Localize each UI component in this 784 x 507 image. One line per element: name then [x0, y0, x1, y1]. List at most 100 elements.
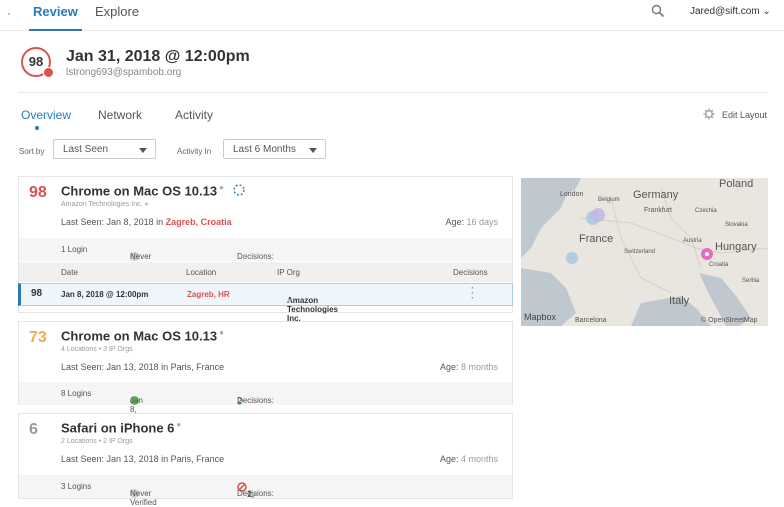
location-map[interactable]: London Belgium Germany Poland Frankfurt … — [521, 178, 768, 326]
user-email: lstrong693@spambob.org — [66, 67, 182, 78]
column-ip-org: IP Org — [277, 268, 300, 277]
tab-overview[interactable]: Overview — [21, 108, 71, 130]
device-age: Age: 8 months — [440, 362, 498, 372]
info-icon[interactable]: ● — [176, 420, 181, 429]
sort-by-value: Last Seen — [63, 144, 109, 155]
last-seen-date: Jan 13, 2018 in Paris, France — [106, 362, 225, 372]
last-seen-label: Last Seen: — [61, 362, 105, 372]
map-label: Italy — [669, 295, 690, 307]
info-icon[interactable]: ● — [145, 201, 149, 208]
device-name-text: Safari on iPhone 6 — [61, 420, 175, 436]
device-risk-score: 73 — [29, 329, 47, 346]
last-seen-place: Zagreb, Croatia — [165, 217, 232, 227]
loading-spinner-icon — [232, 184, 245, 197]
activity-in-select[interactable]: Last 6 Months — [223, 139, 326, 159]
tab-network[interactable]: Network — [98, 108, 142, 122]
device-summary: 8 Logins Jan 8, 2018 Decisions: ✓ 2 — [19, 382, 512, 423]
age-label: Age: — [439, 454, 459, 464]
nav-dot: · — [7, 6, 11, 20]
chevron-down-icon — [139, 148, 147, 153]
age-value: 16 days — [466, 217, 498, 227]
table-row[interactable]: 98 Jan 8, 2018 @ 12:00pm Zagreb, HR Amaz… — [18, 283, 513, 323]
map-label: Hungary — [715, 241, 757, 253]
device-card[interactable]: 98 Chrome on Mac OS 10.13 ● Amazon Techno… — [18, 176, 513, 323]
device-summary: 3 Logins Never Verified Decisions: 2 ✓ 1 — [19, 475, 512, 507]
map-label: Croatia — [709, 262, 729, 268]
row-risk-score: 98 — [31, 288, 43, 299]
info-icon[interactable]: ● — [219, 183, 224, 192]
search-icon[interactable] — [651, 4, 665, 18]
activity-in-label: Activity In — [177, 147, 212, 156]
map-label: London — [560, 191, 584, 198]
device-summary: 1 Login Never Verified Decisions: — — [19, 238, 512, 270]
age-label: Age: — [439, 362, 459, 372]
map-label: Poland — [719, 178, 754, 190]
page-title: Jan 31, 2018 @ 12:00pm — [66, 48, 250, 65]
column-decisions: Decisions — [453, 268, 488, 277]
map-label: Austria — [683, 238, 702, 244]
accept-count: 1 — [247, 489, 253, 499]
map-label: Barcelona — [575, 317, 607, 324]
divider — [18, 92, 768, 93]
risk-status-dot — [43, 67, 54, 78]
device-subtitle: 4 Locations • 3 IP Orgs — [61, 346, 133, 353]
age-label: Age: — [445, 217, 464, 227]
device-name: Chrome on Mac OS 10.13 ● — [61, 183, 246, 198]
login-count: 3 Logins — [61, 482, 92, 491]
device-name-text: Chrome on Mac OS 10.13 — [61, 183, 218, 199]
device-risk-score: 98 — [29, 184, 47, 201]
map-label: Frankfurt — [644, 207, 673, 214]
device-name-text: Chrome on Mac OS 10.13 — [61, 328, 218, 344]
tab-activity[interactable]: Activity — [175, 108, 213, 122]
kebab-menu-icon[interactable]: · · · — [471, 284, 474, 304]
device-card[interactable]: 73 Chrome on Mac OS 10.13 ● 4 Locations •… — [18, 321, 513, 423]
column-location: Location — [186, 268, 217, 277]
sort-by-select[interactable]: Last Seen — [53, 139, 156, 159]
user-menu[interactable]: Jared@sift.com ⌄ — [690, 6, 771, 17]
nav-explore[interactable]: Explore — [95, 4, 139, 19]
osm-attribution[interactable]: © OpenStreetMap — [701, 317, 758, 324]
map-label: Switzerland — [624, 249, 656, 255]
last-seen: Last Seen: Jan 13, 2018 in Paris, France — [61, 454, 224, 464]
info-icon[interactable]: ● — [287, 296, 292, 305]
decisions: Decisions: 2 ✓ 1 — [237, 482, 274, 502]
device-risk-score: 6 — [29, 421, 38, 438]
map-label: Slovakia — [725, 222, 748, 228]
table-header: Date Location IP Org Decisions — [19, 262, 512, 282]
device-card[interactable]: 6 Safari on iPhone 6 ● 2 Locations • 2 IP… — [18, 413, 513, 507]
login-count: 1 Login — [61, 245, 88, 254]
gear-icon[interactable] — [703, 108, 715, 120]
device-age: Age: 4 months — [440, 454, 498, 464]
login-count: 8 Logins — [61, 389, 92, 398]
last-seen-date: Jan 8, 2018 in — [106, 217, 164, 227]
last-seen-date: Jan 13, 2018 in Paris, France — [106, 454, 225, 464]
mapbox-logo[interactable]: Mapbox — [524, 312, 556, 322]
row-date: Jan 8, 2018 @ 12:00pm — [61, 290, 149, 299]
map-label: Germany — [633, 189, 679, 201]
age-value: 8 months — [460, 362, 498, 372]
last-seen-label: Last Seen: — [61, 454, 105, 464]
decisions-value: — — [237, 252, 245, 261]
age-value: 4 months — [460, 454, 498, 464]
device-name: Chrome on Mac OS 10.13 ● — [61, 328, 224, 343]
device-age: Age: 16 days — [445, 217, 498, 227]
info-icon[interactable]: ● — [219, 328, 224, 337]
device-subtitle: 2 Locations • 2 IP Orgs — [61, 438, 133, 445]
activity-in-value: Last 6 Months — [233, 144, 296, 155]
last-seen: Last Seen: Jan 8, 2018 in Zagreb, Croati… — [61, 217, 232, 227]
top-nav: · Review Explore Jared@sift.com ⌄ — [0, 0, 784, 31]
column-date: Date — [61, 268, 78, 277]
accept-count: 2 — [237, 396, 243, 406]
last-seen: Last Seen: Jan 13, 2018 in Paris, France — [61, 362, 224, 372]
last-seen-label: Last Seen: — [61, 217, 105, 227]
sort-by-label: Sort by — [19, 147, 45, 156]
map-label: Belgium — [598, 197, 620, 203]
row-location: Zagreb, HR — [187, 290, 230, 299]
nav-review[interactable]: Review — [29, 4, 82, 31]
chevron-down-icon — [309, 148, 317, 153]
edit-layout-button[interactable]: Edit Layout — [722, 110, 767, 120]
map-label: France — [579, 233, 614, 245]
device-subtitle: Amazon Technologies Inc. ● — [61, 201, 149, 208]
verification-text: Never Verified — [130, 489, 157, 507]
map-label: Serbia — [742, 278, 760, 284]
